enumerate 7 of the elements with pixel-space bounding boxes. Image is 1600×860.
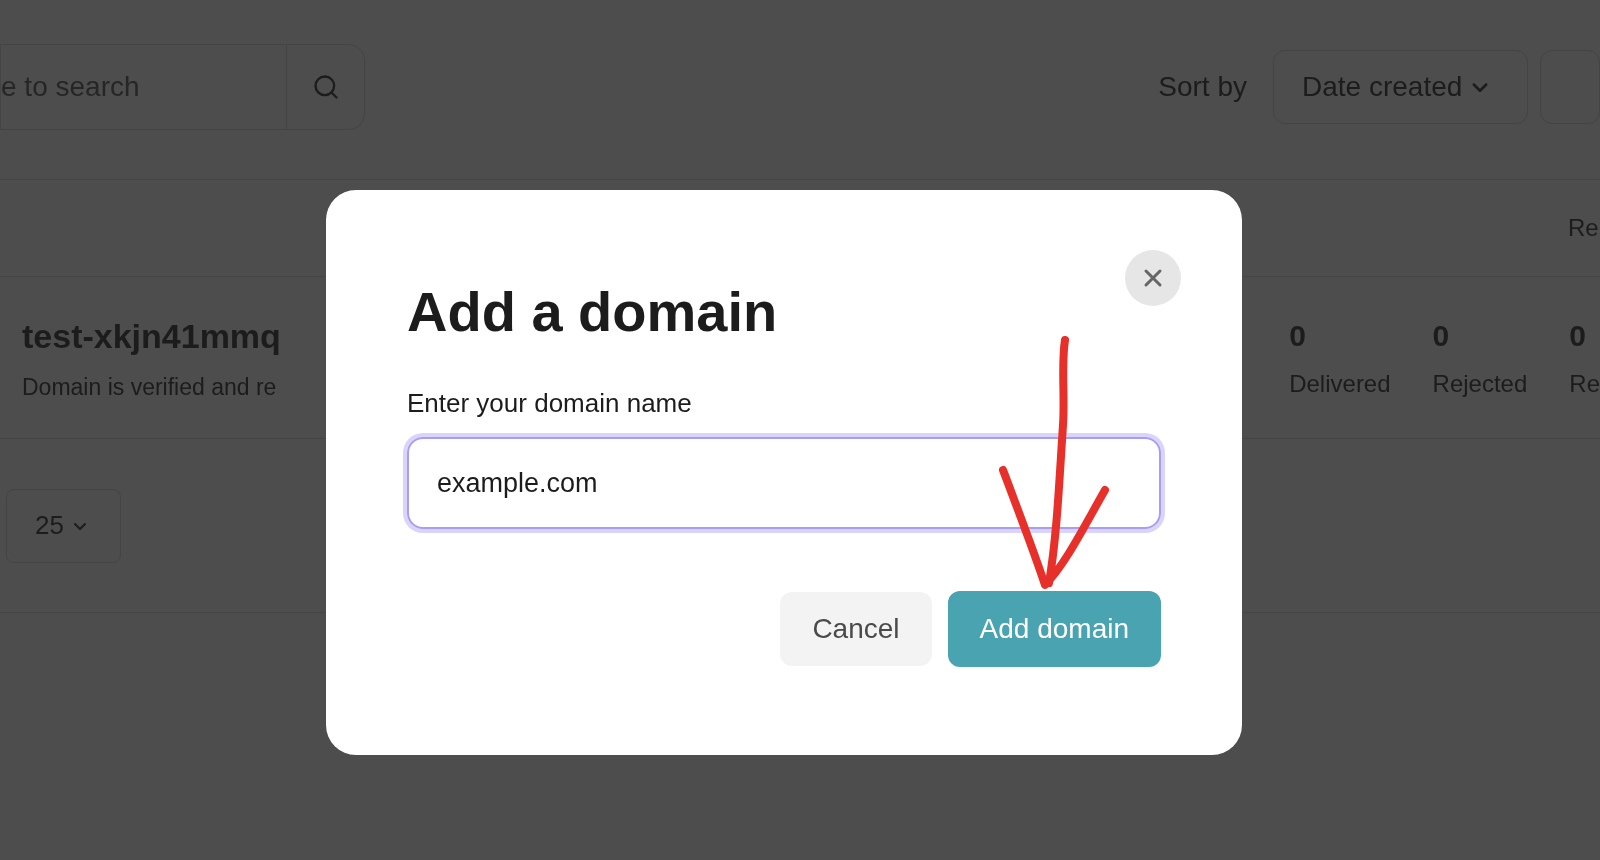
close-button[interactable] [1125, 250, 1181, 306]
field-value: example.com [437, 466, 598, 500]
field-label: Enter your domain name [407, 387, 693, 420]
add-domain-button[interactable]: Add domain [947, 591, 1161, 667]
search-icon[interactable] [311, 73, 340, 101]
cancel-button[interactable]: Cancel [780, 592, 932, 666]
dialog-title: Add a domain [407, 279, 778, 345]
